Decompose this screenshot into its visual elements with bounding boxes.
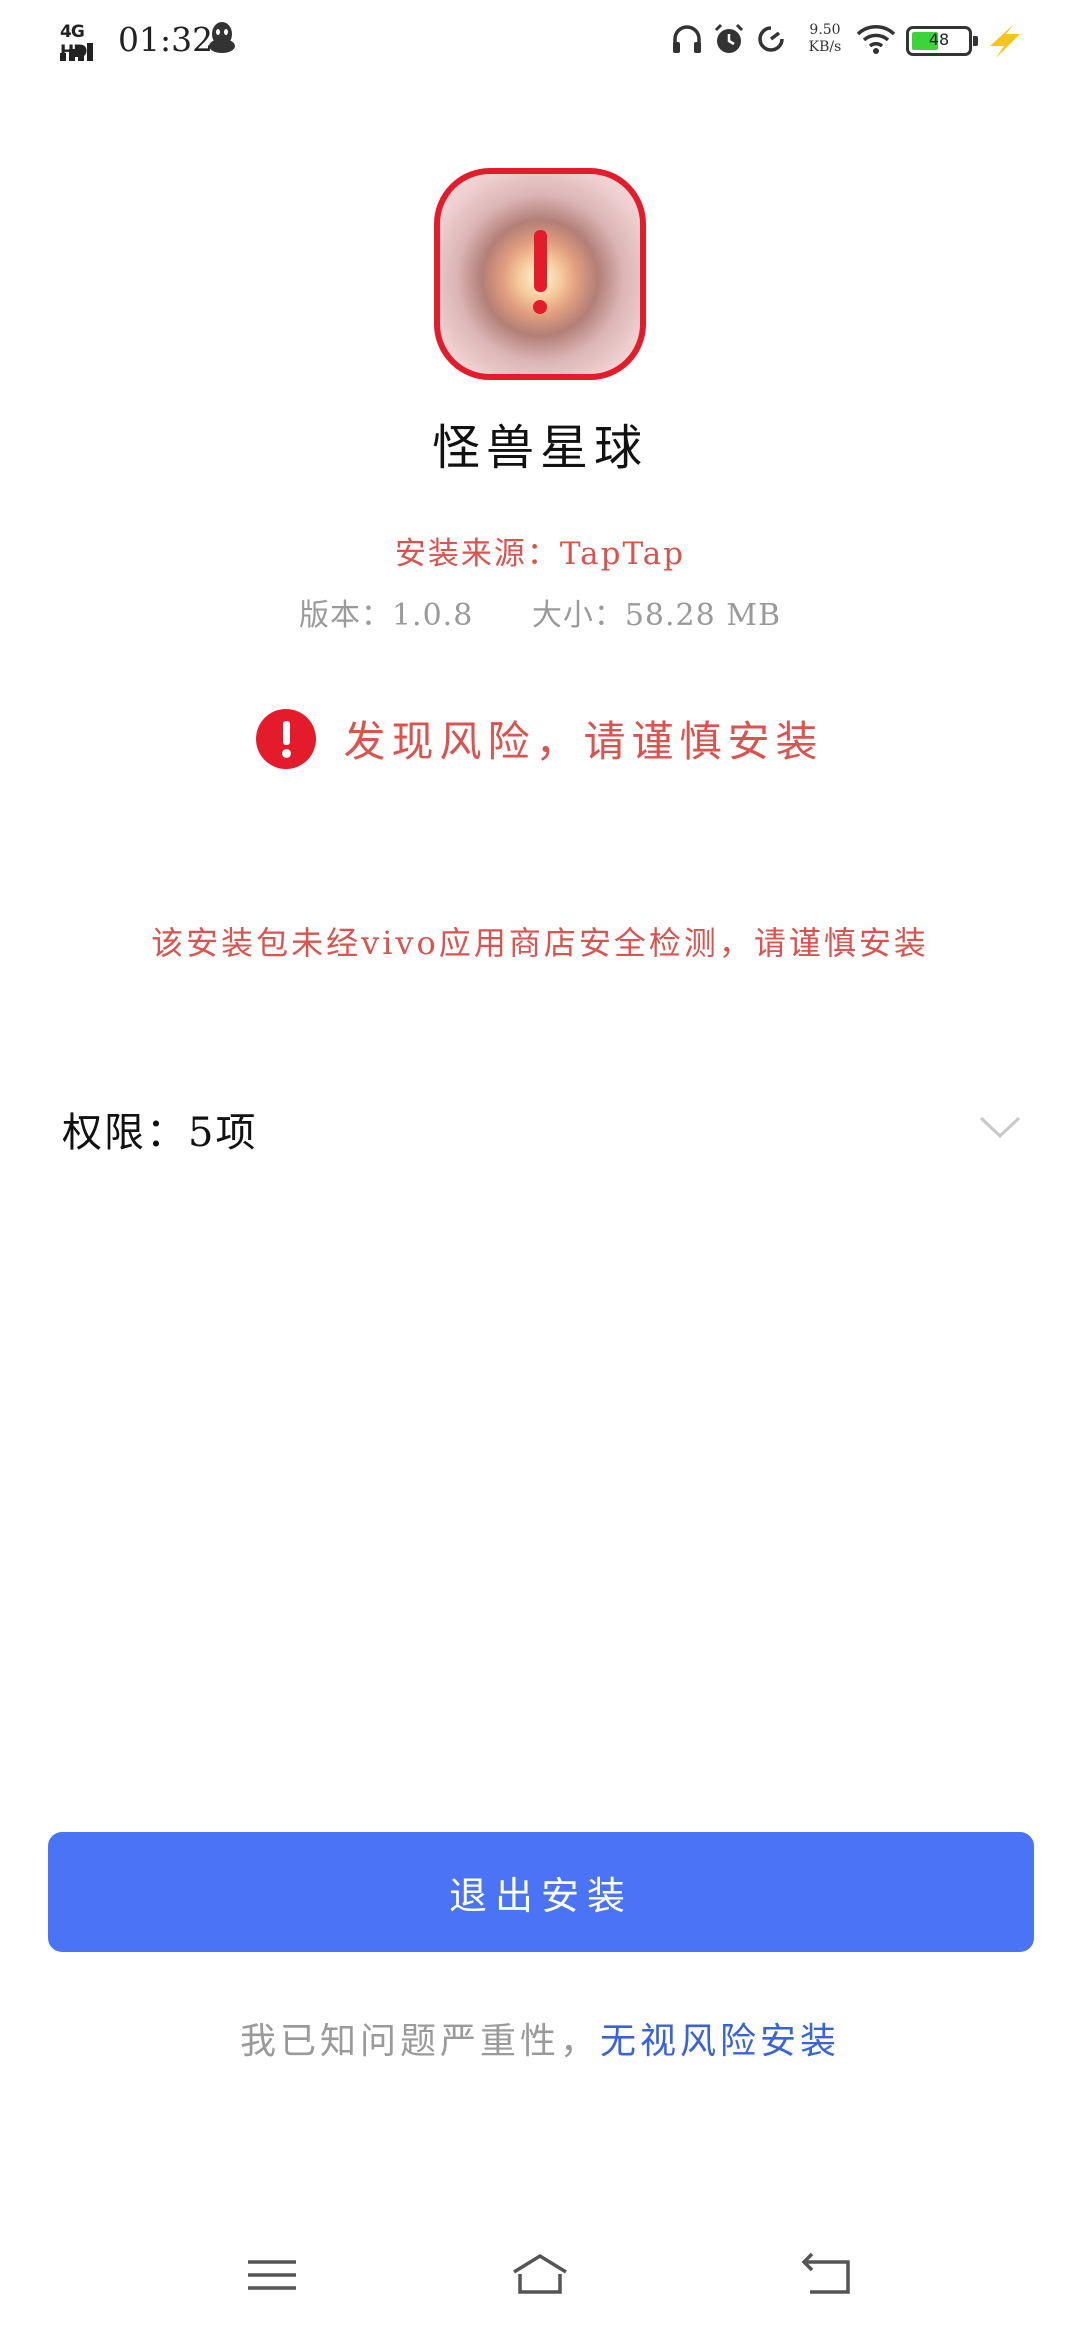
data-saver-icon [758, 26, 784, 52]
battery-icon: 48 [906, 26, 978, 56]
network-speed-unit: KB/s [808, 39, 842, 55]
network-speed: 9.50 KB/s [800, 22, 850, 56]
app-size: 大小：58.28 MB [531, 598, 782, 633]
ignore-risk-prefix: 我已知问题严重性， [239, 2021, 600, 2062]
app-meta: 版本：1.0.8 大小：58.28 MB [0, 590, 1080, 634]
chevron-down-icon[interactable] [978, 1112, 1022, 1142]
risk-notice: 发现风险，请谨慎安装 [0, 708, 1080, 778]
app-icon [434, 168, 646, 380]
menu-icon[interactable] [242, 2250, 302, 2300]
exit-install-button[interactable]: 退出安装 [48, 1832, 1034, 1952]
ignore-risk-row: 我已知问题严重性，无视风险安装 [0, 2012, 1080, 2064]
battery-level: 48 [928, 30, 950, 49]
warning-exclamation-icon [534, 230, 547, 292]
permissions-row[interactable]: 权限：5项 [62, 1100, 1022, 1164]
status-time: 01:32 [118, 20, 214, 59]
headphones-icon [673, 25, 701, 53]
charging-icon [990, 24, 1020, 58]
alarm-icon [714, 23, 744, 53]
alert-icon [256, 708, 317, 769]
ignore-risk-install-link[interactable]: 无视风险安装 [600, 2021, 840, 2062]
wifi-icon [856, 25, 896, 54]
install-source: 安装来源：TapTap [394, 536, 686, 572]
app-version: 版本：1.0.8 [298, 598, 474, 633]
app-name: 怪兽星球 [431, 420, 648, 476]
cellular-signal-icon: 4G HD [58, 22, 110, 62]
risk-title: 发现风险，请谨慎安装 [343, 717, 824, 766]
home-icon[interactable] [510, 2250, 570, 2300]
network-speed-value: 9.50 [809, 22, 841, 38]
permissions-label: 权限：5项 [62, 1110, 258, 1156]
security-warning: 该安装包未经vivo应用商店安全检测，请谨慎安装 [151, 924, 929, 962]
qq-notification-icon [209, 22, 235, 53]
status-bar: 4G HD 01:32 9.50 KB/s 48 [0, 0, 1080, 80]
back-icon[interactable] [796, 2250, 856, 2300]
